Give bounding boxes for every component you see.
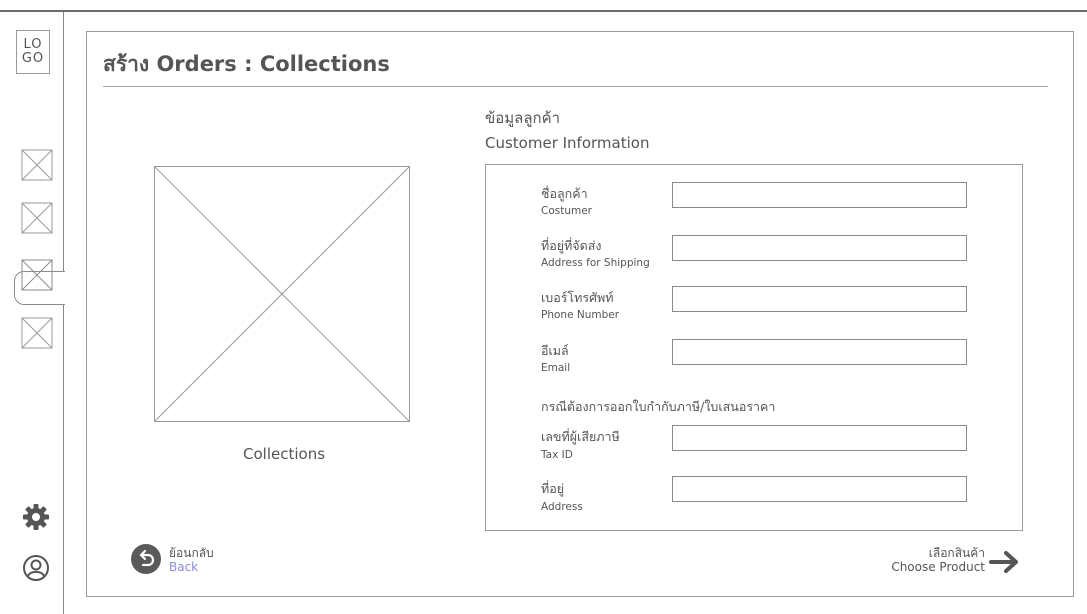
field-label-phone-th: เบอร์โทรศัพท์ [541, 290, 614, 305]
field-label-customer-th: ชื่อลูกค้า [541, 186, 588, 201]
next-label-en: Choose Product [891, 560, 985, 574]
field-label-shipping-th: ที่อยู่ที่จัดส่ง [541, 238, 602, 253]
address-input[interactable] [672, 476, 967, 502]
field-label-email-th: อีเมล์ [541, 343, 569, 358]
gear-icon [23, 504, 49, 530]
phone-input[interactable] [672, 286, 967, 312]
field-label-address-th: ที่อยู่ [541, 481, 565, 496]
image-placeholder-icon [21, 259, 53, 291]
choose-product-button[interactable]: เลือกสินค้า Choose Product [877, 544, 1027, 578]
collections-image-placeholder [154, 166, 410, 422]
field-label-taxid-en: Tax ID [541, 449, 573, 461]
tax-invoice-note: กรณีต้องการออกใบกำกับภาษี/ใบเสนอราคา [541, 399, 776, 414]
sidebar: LO GO [0, 12, 65, 614]
logo-text-line2: GO [21, 51, 45, 66]
logo[interactable]: LO GO [16, 30, 50, 74]
page-title: สร้าง Orders : Collections [103, 52, 390, 76]
field-label-address-en: Address [541, 501, 583, 513]
customer-name-input[interactable] [672, 182, 967, 208]
image-placeholder-icon [21, 149, 53, 181]
field-label-phone-en: Phone Number [541, 309, 620, 321]
customer-section-title-th: ข้อมูลลูกค้า [485, 109, 561, 127]
nav-item-4[interactable] [21, 317, 53, 349]
shipping-address-input[interactable] [672, 235, 967, 261]
field-label-taxid-th: เลขที่ผู้เสียภาษี [541, 429, 620, 444]
field-label-customer-en: Costumer [541, 205, 593, 217]
title-divider [103, 86, 1048, 87]
nav-item-3[interactable] [21, 259, 53, 291]
settings-button[interactable] [22, 503, 50, 531]
user-circle-icon [23, 555, 49, 581]
email-input[interactable] [672, 339, 967, 365]
customer-form: ชื่อลูกค้า Costumer ที่อยู่ที่จัดส่ง Add… [485, 164, 1023, 531]
customer-section-title-en: Customer Information [485, 134, 650, 152]
top-border [0, 10, 1087, 12]
back-label-en: Back [169, 560, 199, 574]
image-placeholder-icon [21, 317, 53, 349]
logo-text-line1: LO [23, 37, 43, 52]
field-label-shipping-en: Address for Shipping [541, 257, 650, 269]
nav-item-1[interactable] [21, 149, 53, 181]
tax-id-input[interactable] [672, 425, 967, 451]
arrow-right-icon [989, 551, 1018, 573]
collections-label: Collections [243, 445, 326, 463]
profile-button[interactable] [22, 554, 50, 582]
back-icon [131, 544, 161, 574]
image-placeholder-icon [21, 202, 53, 234]
nav-item-2[interactable] [21, 202, 53, 234]
field-label-email-en: Email [541, 362, 571, 374]
main-panel: สร้าง Orders : Collections Collections ข… [86, 31, 1074, 597]
